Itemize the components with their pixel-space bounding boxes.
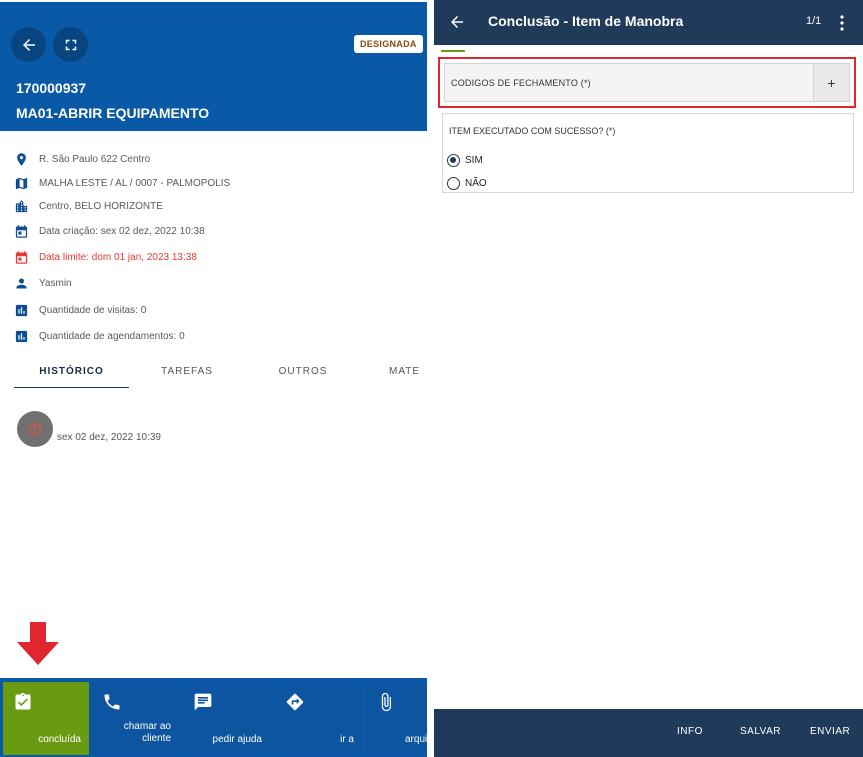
fullscreen-icon: [65, 39, 76, 50]
closing-codes-field[interactable]: CODIGOS DE FECHAMENTO (*) +: [444, 63, 850, 102]
radio-nao[interactable]: [447, 176, 460, 190]
city-icon: [15, 199, 28, 212]
item-pager: 1/1: [806, 15, 822, 27]
order-tabs: HISTÓRICO TAREFAS OUTROS MATE: [0, 360, 427, 390]
tab-materiais[interactable]: MATE: [382, 360, 427, 388]
send-button[interactable]: ENVIAR: [810, 726, 850, 737]
option-sim[interactable]: SIM: [447, 152, 483, 168]
info-address: R. São Paulo 622 Centro: [14, 150, 150, 168]
alert-circle-icon: [29, 423, 41, 435]
network-text: MALHA LESTE / AL / 0007 - PALMOPOLIS: [39, 177, 231, 189]
phone-icon: [104, 694, 120, 710]
visits-count-text: Quantidade de visitas: 0: [39, 304, 147, 316]
district-text: Centro, BELO HORIZONTE: [39, 200, 163, 212]
info-schedules: Quantidade de agendamentos: 0: [14, 327, 185, 345]
paperclip-icon: [381, 692, 391, 712]
info-user: Yasmin: [14, 274, 72, 292]
tab-outros[interactable]: OUTROS: [262, 360, 344, 388]
clipboard-check-icon: [15, 692, 31, 710]
go-to-button[interactable]: ir a: [275, 682, 362, 755]
info-button[interactable]: INFO: [677, 726, 703, 737]
calendar-deadline-icon: [15, 250, 28, 264]
ask-help-label: pedir ajuda: [212, 734, 262, 745]
info-district: Centro, BELO HORIZONTE: [14, 197, 163, 215]
info-network: MALHA LESTE / AL / 0007 - PALMOPOLIS: [14, 174, 230, 192]
step-progress-indicator: [441, 50, 465, 52]
order-header: DESIGNADA 170000937 MA01-ABRIR EQUIPAMEN…: [0, 0, 427, 131]
concluded-button[interactable]: concluída: [3, 682, 89, 755]
fullscreen-button[interactable]: [53, 27, 88, 62]
work-order-panel: DESIGNADA 170000937 MA01-ABRIR EQUIPAMEN…: [0, 0, 427, 757]
arrow-down-annotation-icon: [17, 622, 59, 665]
history-event-icon: [17, 411, 53, 447]
ask-help-button[interactable]: pedir ajuda: [183, 682, 270, 755]
info-created: Data criação: sex 02 dez, 2022 10:38: [14, 222, 205, 240]
go-to-label: ir a: [340, 734, 354, 745]
call-client-label: chamar ao cliente: [124, 721, 171, 745]
arrow-left-icon: [22, 38, 35, 51]
schedules-count-text: Quantidade de agendamentos: 0: [39, 330, 185, 342]
screen-root: DESIGNADA 170000937 MA01-ABRIR EQUIPAMEN…: [0, 0, 863, 757]
status-badge: DESIGNADA: [354, 35, 423, 53]
save-button[interactable]: SALVAR: [740, 726, 781, 737]
option-sim-label: SIM: [465, 154, 483, 166]
deadline-date-text: Data limite: dom 01 jan, 2023 13:38: [39, 251, 197, 263]
highlight-annotation: CODIGOS DE FECHAMENTO (*) +: [438, 57, 856, 108]
call-client-label-line2: cliente: [142, 733, 171, 744]
map-icon: [15, 177, 28, 189]
bar-chart-icon: [15, 304, 28, 316]
user-text: Yasmin: [39, 277, 72, 289]
add-closing-code-button[interactable]: +: [813, 64, 849, 101]
bar-chart-icon: [15, 330, 28, 342]
chat-icon: [194, 693, 212, 711]
back-button[interactable]: [11, 27, 46, 62]
page-title: Conclusão - Item de Manobra: [488, 13, 684, 29]
conclusion-panel: Conclusão - Item de Manobra 1/1 CODIGOS …: [434, 0, 863, 757]
created-date-text: Data criação: sex 02 dez, 2022 10:38: [39, 225, 205, 237]
arrow-left-icon[interactable]: [448, 13, 466, 31]
closing-codes-label: CODIGOS DE FECHAMENTO (*): [451, 78, 591, 88]
option-nao-label: NÃO: [465, 177, 487, 189]
address-text: R. São Paulo 622 Centro: [39, 153, 151, 165]
success-question-label: ITEM EXECUTADO COM SUCESSO? (*): [449, 126, 616, 136]
more-vert-icon[interactable]: [839, 14, 845, 32]
calendar-icon: [15, 224, 28, 238]
info-visits: Quantidade de visitas: 0: [14, 301, 146, 319]
person-icon: [16, 278, 27, 288]
location-pin-icon: [17, 152, 26, 166]
attach-label: arqui: [405, 734, 427, 745]
call-client-label-line1: chamar ao: [123, 721, 171, 732]
history-date: sex 02 dez, 2022 10:39: [57, 431, 161, 443]
attach-button[interactable]: arqui: [366, 682, 427, 755]
call-client-button[interactable]: chamar ao cliente: [92, 682, 179, 755]
tab-tarefas[interactable]: TAREFAS: [142, 360, 232, 388]
order-title: MA01-ABRIR EQUIPAMENTO: [16, 105, 210, 121]
directions-icon: [286, 693, 304, 711]
radio-sim-selected[interactable]: [447, 153, 460, 167]
order-number: 170000937: [16, 80, 87, 96]
app-bar: Conclusão - Item de Manobra 1/1: [434, 0, 863, 45]
option-nao[interactable]: NÃO: [447, 175, 487, 191]
footer-action-bar: INFO SALVAR ENVIAR: [434, 709, 863, 757]
success-question-group: ITEM EXECUTADO COM SUCESSO? (*) SIM NÃO: [442, 113, 854, 193]
info-deadline: Data limite: dom 01 jan, 2023 13:38: [14, 248, 197, 266]
tab-historico[interactable]: HISTÓRICO: [14, 360, 129, 388]
concluded-label: concluída: [38, 734, 81, 745]
list-item: sex 02 dez, 2022 10:39: [17, 411, 161, 447]
